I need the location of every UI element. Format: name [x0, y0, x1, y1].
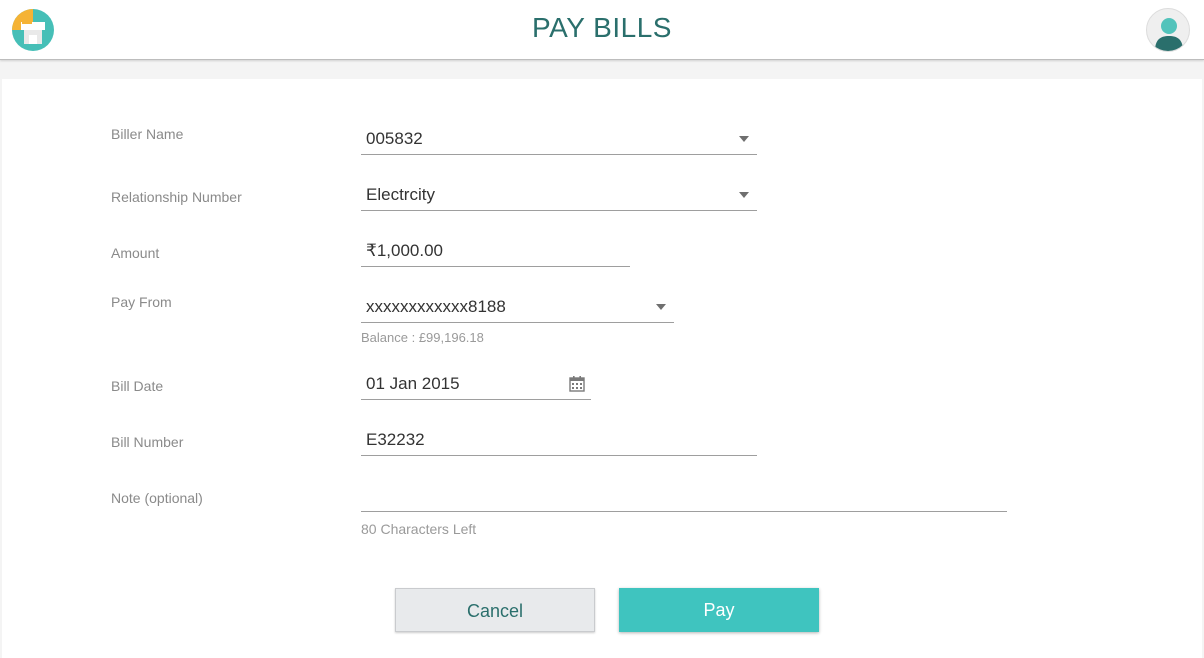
cancel-button[interactable]: Cancel	[395, 588, 595, 632]
amount-label: Amount	[111, 245, 160, 261]
balance-text: Balance : £99,196.18	[361, 330, 484, 345]
pay-from-select[interactable]: xxxxxxxxxxxx8188	[361, 291, 674, 323]
biller-name-label: Biller Name	[111, 126, 184, 142]
bill-date-input[interactable]: 01 Jan 2015	[361, 368, 591, 400]
page-title: PAY BILLS	[532, 12, 672, 43]
relationship-number-label: Relationship Number	[111, 189, 242, 205]
biller-name-select[interactable]: 005832	[361, 123, 757, 155]
form-panel	[2, 79, 1202, 658]
app-header: PAY BILLS	[0, 0, 1204, 60]
bill-number-input[interactable]: E32232	[361, 424, 757, 456]
note-label: Note (optional)	[111, 490, 203, 506]
pay-button[interactable]: Pay	[619, 588, 819, 632]
bill-date-label: Bill Date	[111, 378, 164, 394]
pay-from-value: xxxxxxxxxxxx8188	[366, 297, 506, 316]
amount-value: ₹1,000.00	[366, 241, 443, 260]
pay-from-label: Pay From	[111, 294, 172, 310]
user-avatar-icon	[1155, 18, 1183, 51]
note-input[interactable]	[361, 480, 1007, 512]
characters-left-text: 80 Characters Left	[361, 521, 477, 537]
bill-number-value: E32232	[366, 430, 425, 449]
bill-number-label: Bill Number	[111, 434, 184, 450]
relationship-number-value: Electrcity	[366, 185, 435, 204]
user-avatar[interactable]	[1146, 8, 1190, 52]
biller-name-value: 005832	[366, 129, 423, 148]
bill-date-value: 01 Jan 2015	[366, 374, 460, 393]
chevron-down-icon	[656, 304, 666, 310]
calendar-icon[interactable]	[569, 376, 585, 392]
relationship-number-select[interactable]: Electrcity	[361, 179, 757, 211]
amount-input[interactable]: ₹1,000.00	[361, 235, 630, 267]
chevron-down-icon	[739, 136, 749, 142]
chevron-down-icon	[739, 192, 749, 198]
